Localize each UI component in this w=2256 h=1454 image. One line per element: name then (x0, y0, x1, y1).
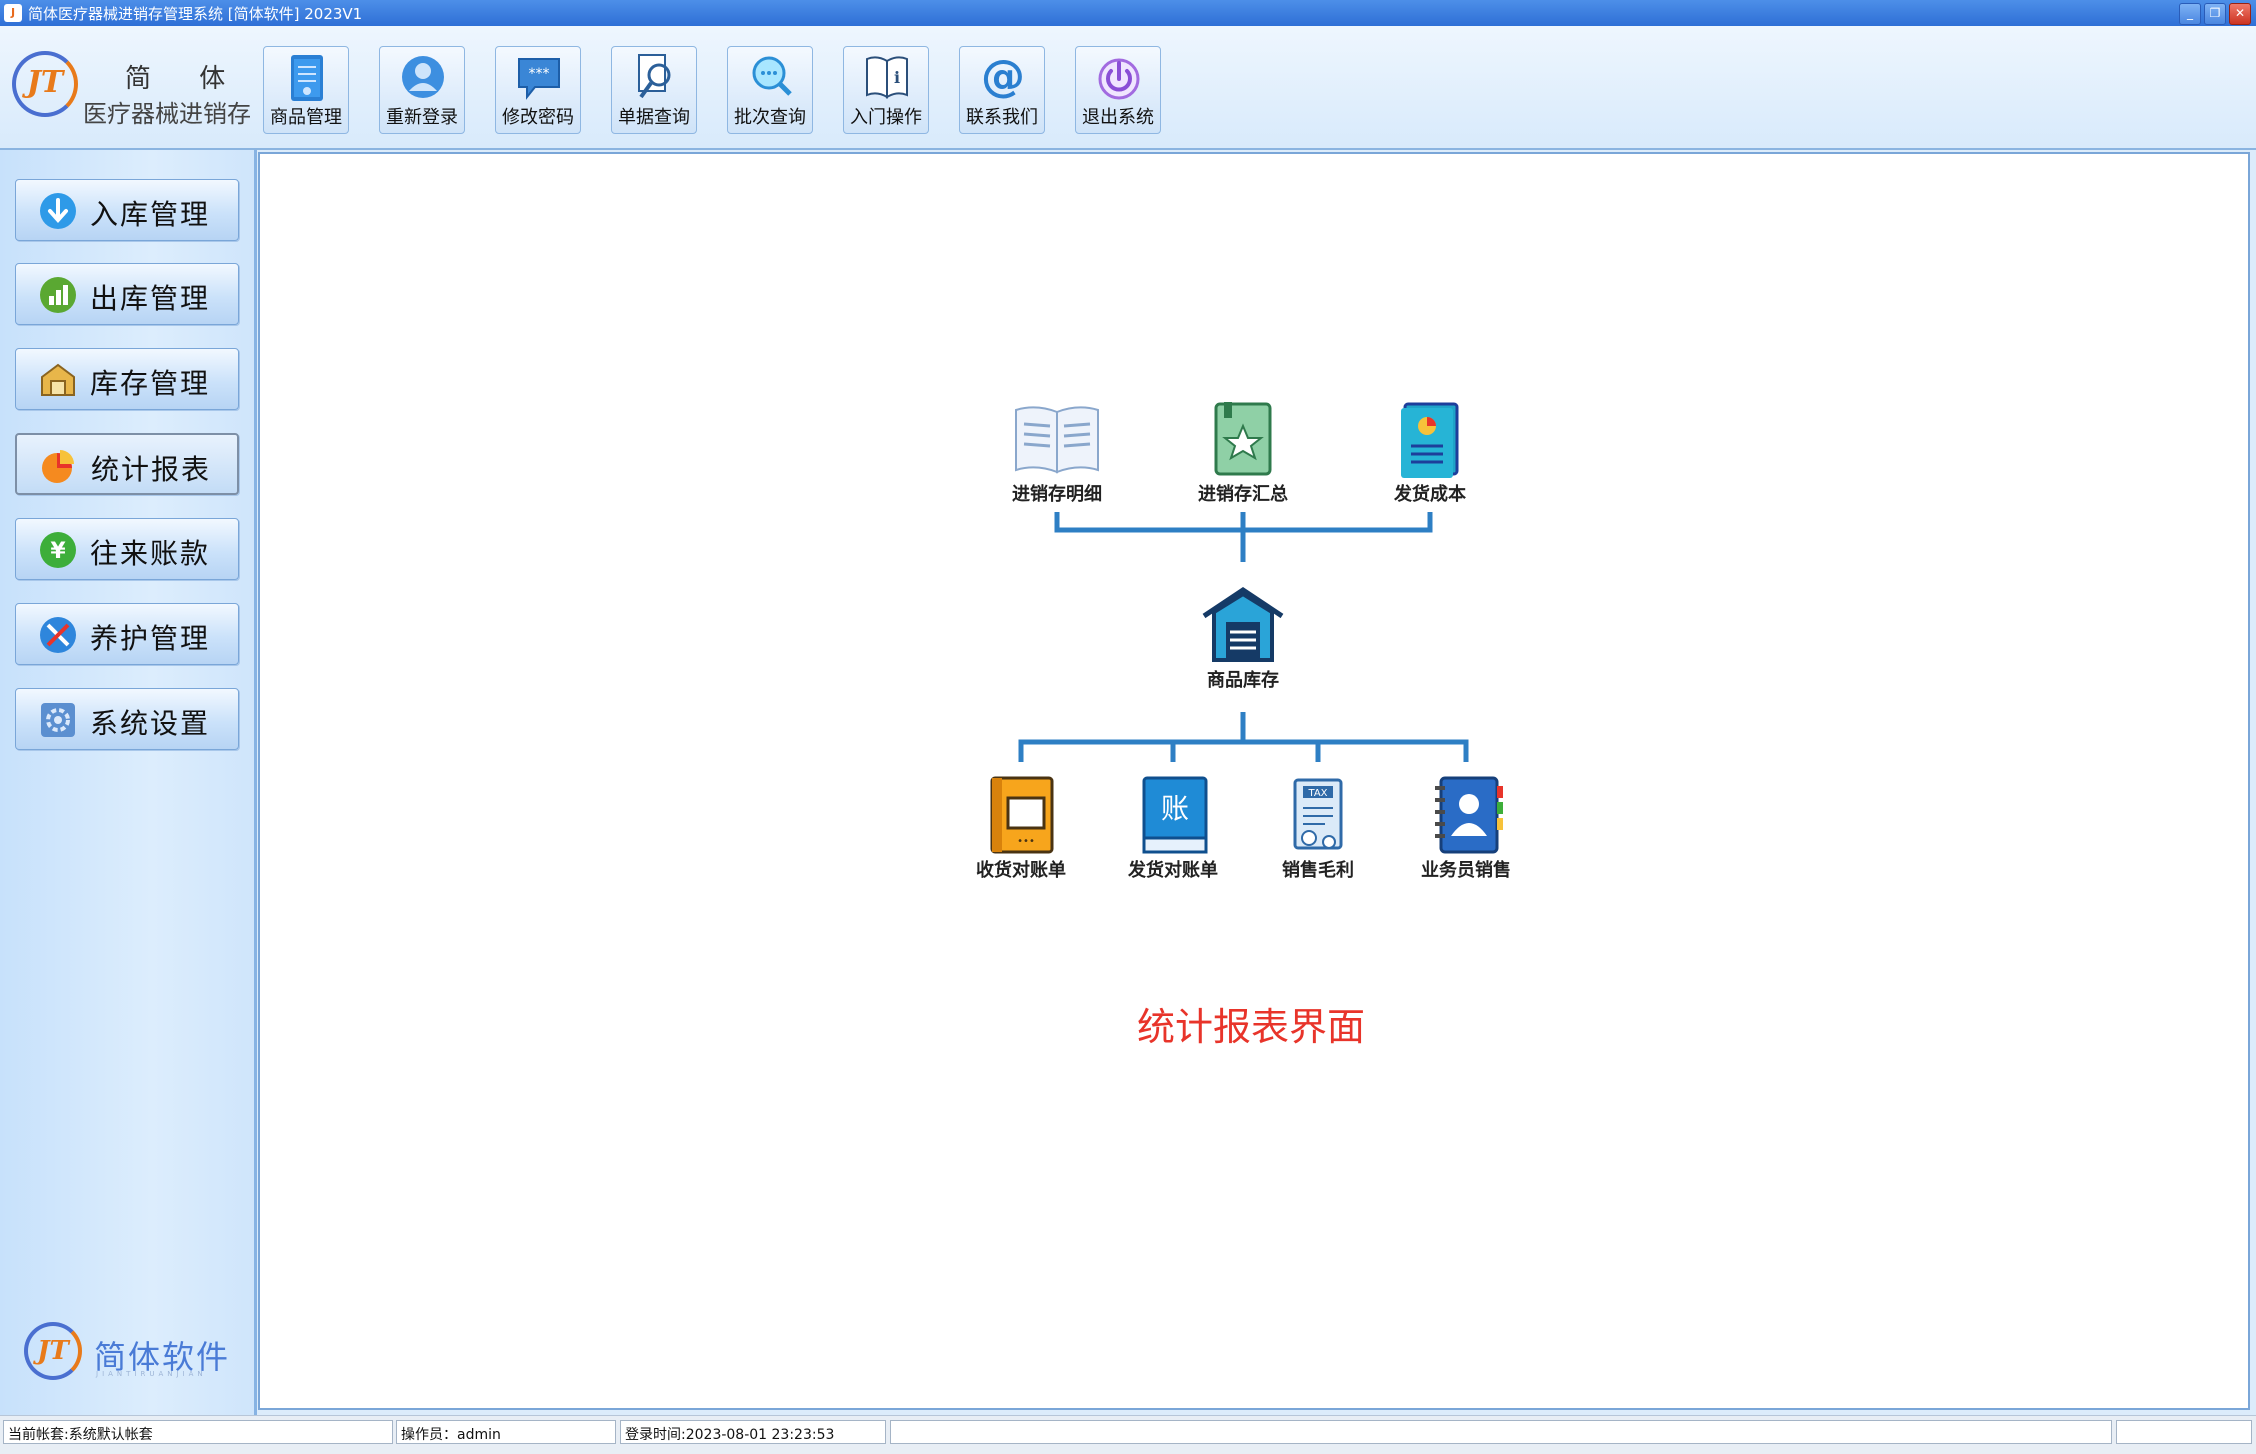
node-label: 商品库存 (1207, 670, 1279, 691)
toolbar-label: 商品管理 (270, 107, 342, 128)
node-label: 发货对账单 (1128, 860, 1218, 881)
restore-button[interactable]: ❐ (2204, 3, 2226, 25)
node-receipt-statement[interactable]: ••• 收货对账单 (951, 776, 1091, 882)
password-chat-icon: *** (518, 58, 560, 100)
company-name-pinyin: JIANTIRUANJIAN (96, 1370, 207, 1378)
toolbar-label: 重新登录 (386, 107, 458, 128)
svg-text:i: i (894, 68, 900, 87)
sidebar-item-outbound[interactable]: 出库管理 (15, 263, 239, 325)
toolbar-batch-query-button[interactable]: 批次查询 (727, 46, 813, 134)
node-inventory-summary[interactable]: 进销存汇总 (1173, 400, 1313, 506)
power-icon (1098, 58, 1140, 100)
brand-subtitle: 医疗器械进销存 (83, 100, 251, 128)
sidebar-item-label: 库存管理 (90, 367, 211, 400)
warehouse-box-icon (41, 363, 75, 396)
account-book-icon: 账 (1142, 776, 1208, 854)
yuan-coin-icon: ¥ (40, 532, 76, 568)
toolbar-label: 单据查询 (618, 107, 690, 128)
receipt-ledger-icon: ••• (990, 776, 1054, 854)
toolbar-label: 修改密码 (502, 107, 574, 128)
close-button[interactable]: ✕ (2229, 3, 2251, 25)
sidebar-item-reports[interactable]: 统计报表 (15, 433, 239, 495)
sidebar-item-label: 入库管理 (90, 198, 211, 231)
sidebar-item-label: 往来账款 (90, 537, 211, 570)
batch-search-icon (752, 56, 792, 96)
tax-document-icon: TAX (1293, 778, 1343, 850)
toolbar-label: 入门操作 (850, 107, 922, 128)
node-sales-gross-profit[interactable]: TAX 销售毛利 (1248, 776, 1388, 882)
svg-text:¥: ¥ (50, 539, 66, 564)
star-book-icon (1214, 402, 1272, 476)
sidebar-item-label: 养护管理 (90, 622, 211, 655)
node-product-stock[interactable]: 商品库存 (1173, 586, 1313, 692)
manual-book-icon: i (866, 56, 908, 99)
user-avatar-icon (402, 56, 444, 98)
node-label: 收货对账单 (976, 860, 1066, 881)
company-logo-icon: JT (24, 1322, 82, 1380)
node-shipping-statement[interactable]: 账 发货对账单 (1103, 776, 1243, 882)
product-book-icon (291, 55, 323, 101)
sidebar-item-label: 出库管理 (90, 282, 211, 315)
arrow-down-icon (40, 193, 76, 229)
toolbar-contact-button[interactable]: @ 联系我们 (959, 46, 1045, 134)
sidebar-item-inventory[interactable]: 库存管理 (15, 348, 239, 410)
toolbar-password-button[interactable]: *** 修改密码 (495, 46, 581, 134)
node-label: 业务员销售 (1421, 860, 1511, 881)
svg-text:***: *** (529, 66, 550, 82)
document-search-icon (638, 54, 671, 99)
node-label: 进销存汇总 (1198, 484, 1288, 505)
open-book-icon (1015, 406, 1099, 474)
toolbar-label: 联系我们 (966, 107, 1038, 128)
sidebar-nav: 入库管理 出库管理 库存管理 统计报表 ¥ 往来账款 养护管理 系统设置 (0, 150, 257, 1415)
header-toolbar: JT 简 体 医疗器械进销存 商品管理 重新登录 *** 修改密码 单据查询 批… (0, 26, 2256, 150)
pie-chart-icon (42, 450, 74, 483)
node-inventory-detail[interactable]: 进销存明细 (987, 400, 1127, 506)
status-bar: 当前帐套:系统默认帐套 操作员：admin 登录时间:2023-08-01 23… (0, 1415, 2256, 1454)
main-panel: 进销存明细 进销存汇总 发货成本 商品库存 ••• 收货对账单 账 发货对账单 … (258, 152, 2250, 1410)
node-label: 进销存明细 (1012, 484, 1102, 505)
minimize-button[interactable]: _ (2179, 3, 2201, 25)
svg-text:账: 账 (1161, 792, 1189, 825)
warehouse-icon (1202, 586, 1284, 662)
node-salesperson-sales[interactable]: 业务员销售 (1396, 776, 1536, 882)
brand-logo-icon: JT (12, 51, 78, 117)
node-label: 发货成本 (1394, 484, 1466, 505)
node-label: 销售毛利 (1282, 860, 1354, 881)
toolbar-product-button[interactable]: 商品管理 (263, 46, 349, 134)
svg-text:@: @ (981, 53, 1025, 102)
at-sign-icon: @ (981, 53, 1025, 102)
bar-chart-icon (40, 277, 76, 313)
cost-report-icon (1401, 402, 1459, 478)
status-login-time: 登录时间:2023-08-01 23:23:53 (620, 1420, 886, 1444)
sidebar-item-settings[interactable]: 系统设置 (15, 688, 239, 750)
sidebar-item-inbound[interactable]: 入库管理 (15, 179, 239, 241)
toolbar-document-query-button[interactable]: 单据查询 (611, 46, 697, 134)
window-title-bar: J 简体医疗器械进销存管理系统 [简体软件] 2023V1 _ ❐ ✕ (0, 0, 2256, 26)
sidebar-item-accounts[interactable]: ¥ 往来账款 (15, 518, 239, 580)
app-logo-icon: J (4, 4, 22, 22)
window-title: 简体医疗器械进销存管理系统 [简体软件] 2023V1 (28, 5, 363, 23)
sidebar-item-maintenance[interactable]: 养护管理 (15, 603, 239, 665)
toolbar-exit-button[interactable]: 退出系统 (1075, 46, 1161, 134)
status-extra (890, 1420, 2112, 1444)
toolbar-guide-button[interactable]: i 入门操作 (843, 46, 929, 134)
contact-book-icon (1435, 776, 1503, 854)
toolbar-relogin-button[interactable]: 重新登录 (379, 46, 465, 134)
svg-text:TAX: TAX (1307, 788, 1327, 799)
status-operator: 操作员：admin (396, 1420, 616, 1444)
status-extra (2116, 1420, 2252, 1444)
page-caption: 统计报表界面 (1137, 1005, 1366, 1049)
brand-name: 简 体 (125, 64, 246, 94)
toolbar-label: 退出系统 (1082, 107, 1154, 128)
sidebar-item-label: 统计报表 (91, 453, 212, 486)
svg-text:•••: ••• (1017, 836, 1035, 847)
status-account: 当前帐套:系统默认帐套 (3, 1420, 393, 1444)
gear-icon (41, 703, 75, 737)
node-shipping-cost[interactable]: 发货成本 (1360, 400, 1500, 506)
toolbar-label: 批次查询 (734, 107, 806, 128)
tools-icon (40, 617, 76, 653)
sidebar-item-label: 系统设置 (90, 707, 211, 740)
